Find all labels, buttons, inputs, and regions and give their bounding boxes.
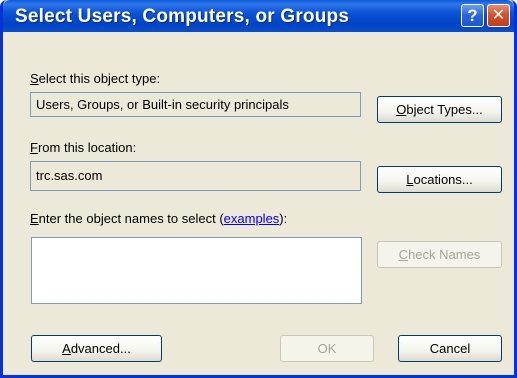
object-types-button-accesskey: O xyxy=(396,102,407,117)
object-types-button[interactable]: Object Types... xyxy=(377,96,502,123)
object-names-label-accesskey: E xyxy=(30,211,39,226)
advanced-button-label: dvanced... xyxy=(70,341,131,356)
close-button[interactable]: ✕ xyxy=(487,4,510,27)
object-type-label: Select this object type: xyxy=(30,71,160,86)
examples-link[interactable]: examples xyxy=(224,211,280,226)
dialog-window: Select Users, Computers, or Groups ? ✕ S… xyxy=(0,0,517,378)
advanced-button[interactable]: Advanced... xyxy=(31,335,162,362)
help-button[interactable]: ? xyxy=(461,4,484,27)
location-label: From this location: xyxy=(30,140,136,155)
object-types-button-label: bject Types... xyxy=(406,102,483,117)
object-type-label-accesskey: S xyxy=(30,71,39,86)
locations-button-label: ocations... xyxy=(413,172,473,187)
close-icon: ✕ xyxy=(491,7,506,24)
check-names-button-label: heck Names xyxy=(408,247,481,262)
location-label-accesskey: F xyxy=(30,140,38,155)
object-names-input[interactable] xyxy=(31,237,362,304)
ok-button[interactable]: OK xyxy=(280,335,374,362)
title-bar[interactable]: Select Users, Computers, or Groups ? ✕ xyxy=(3,0,514,32)
locations-button[interactable]: Locations... xyxy=(377,166,502,193)
object-type-field: Users, Groups, or Built-in security prin… xyxy=(30,92,361,117)
window-title: Select Users, Computers, or Groups xyxy=(15,6,350,27)
location-field: trc.sas.com xyxy=(30,161,361,191)
check-names-button-accesskey: C xyxy=(398,247,409,262)
cancel-button[interactable]: Cancel xyxy=(398,335,502,362)
object-names-label-text: nter the object names to select ( xyxy=(38,211,224,226)
object-names-label-suffix: ): xyxy=(279,211,288,226)
advanced-button-accesskey: A xyxy=(62,341,71,356)
object-type-label-text: elect this object type: xyxy=(38,71,161,86)
question-mark-icon: ? xyxy=(467,6,478,25)
location-label-text: rom this location: xyxy=(37,140,137,155)
object-names-label: Enter the object names to select (exampl… xyxy=(30,211,287,226)
check-names-button[interactable]: Check Names xyxy=(377,241,502,268)
